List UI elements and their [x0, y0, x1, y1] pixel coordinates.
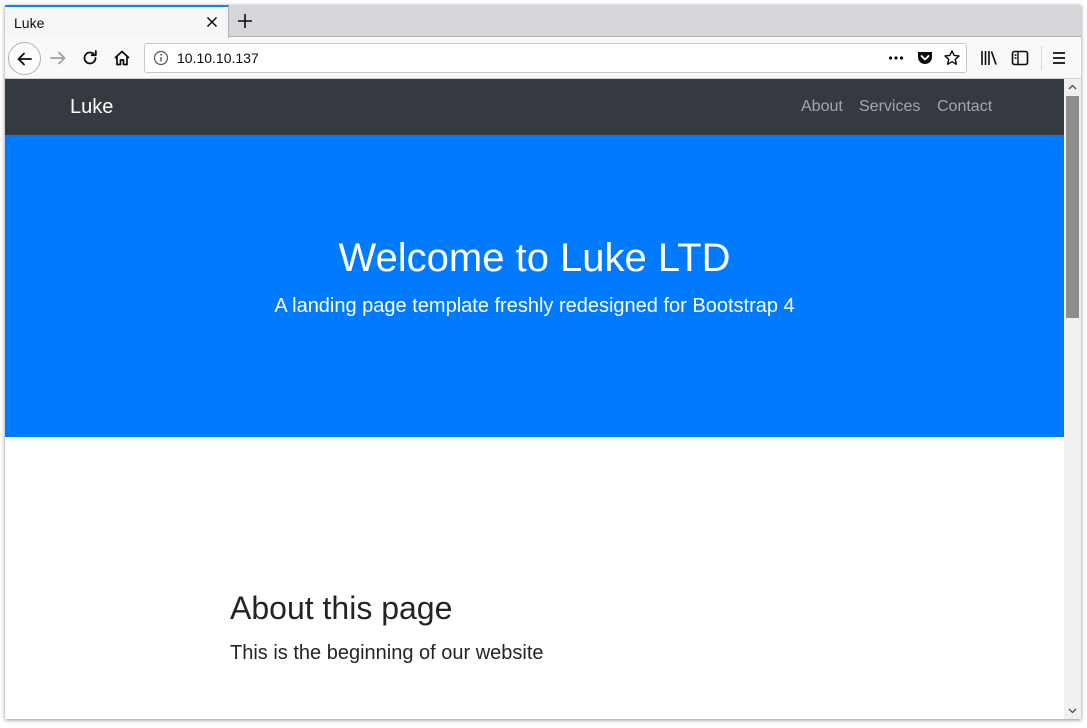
nav-link-contact[interactable]: Contact — [937, 98, 992, 116]
url-text[interactable]: 10.10.10.137 — [177, 50, 259, 66]
forward-icon[interactable] — [48, 48, 68, 68]
close-icon[interactable] — [204, 14, 220, 30]
tab-title: Luke — [14, 15, 45, 31]
new-tab-icon[interactable] — [235, 11, 255, 31]
nav-link-about[interactable]: About — [801, 98, 843, 116]
hero-title: Welcome to Luke LTD — [338, 236, 731, 280]
library-icon[interactable] — [979, 48, 999, 68]
info-icon[interactable] — [153, 50, 169, 66]
tab-strip: Luke — [5, 5, 1081, 38]
back-icon — [17, 52, 32, 66]
home-icon[interactable] — [112, 48, 132, 68]
pocket-icon[interactable] — [916, 49, 934, 67]
browser-window: Luke 10.10.10.137 Luke About Services Co… — [5, 5, 1081, 719]
sidebar-icon[interactable] — [1010, 48, 1030, 68]
about-heading: About this page — [230, 590, 453, 626]
toolbar-separator — [1041, 46, 1042, 70]
hero-subtitle: A landing page template freshly redesign… — [274, 295, 795, 317]
tab-luke[interactable]: Luke — [5, 5, 229, 38]
vertical-scrollbar[interactable] — [1064, 79, 1081, 719]
reload-icon[interactable] — [80, 48, 100, 68]
site-brand[interactable]: Luke — [70, 96, 113, 119]
page-viewport: Luke About Services Contact Welcome to L… — [5, 79, 1064, 719]
back-button[interactable] — [8, 42, 41, 75]
scroll-down-icon[interactable] — [1064, 702, 1081, 719]
navigation-toolbar: 10.10.10.137 — [5, 38, 1081, 79]
hero-section: Welcome to Luke LTD A landing page templ… — [5, 135, 1064, 437]
nav-link-services[interactable]: Services — [859, 98, 920, 116]
menu-icon[interactable] — [1049, 48, 1069, 68]
url-bar[interactable]: 10.10.10.137 — [144, 43, 967, 73]
about-text: This is the beginning of our website — [230, 642, 544, 664]
scroll-up-icon[interactable] — [1064, 79, 1081, 96]
scrollbar-thumb[interactable] — [1066, 96, 1079, 318]
site-navbar: Luke About Services Contact — [5, 79, 1064, 135]
bookmark-star-icon[interactable] — [943, 49, 961, 67]
page-actions-icon[interactable] — [887, 49, 905, 67]
